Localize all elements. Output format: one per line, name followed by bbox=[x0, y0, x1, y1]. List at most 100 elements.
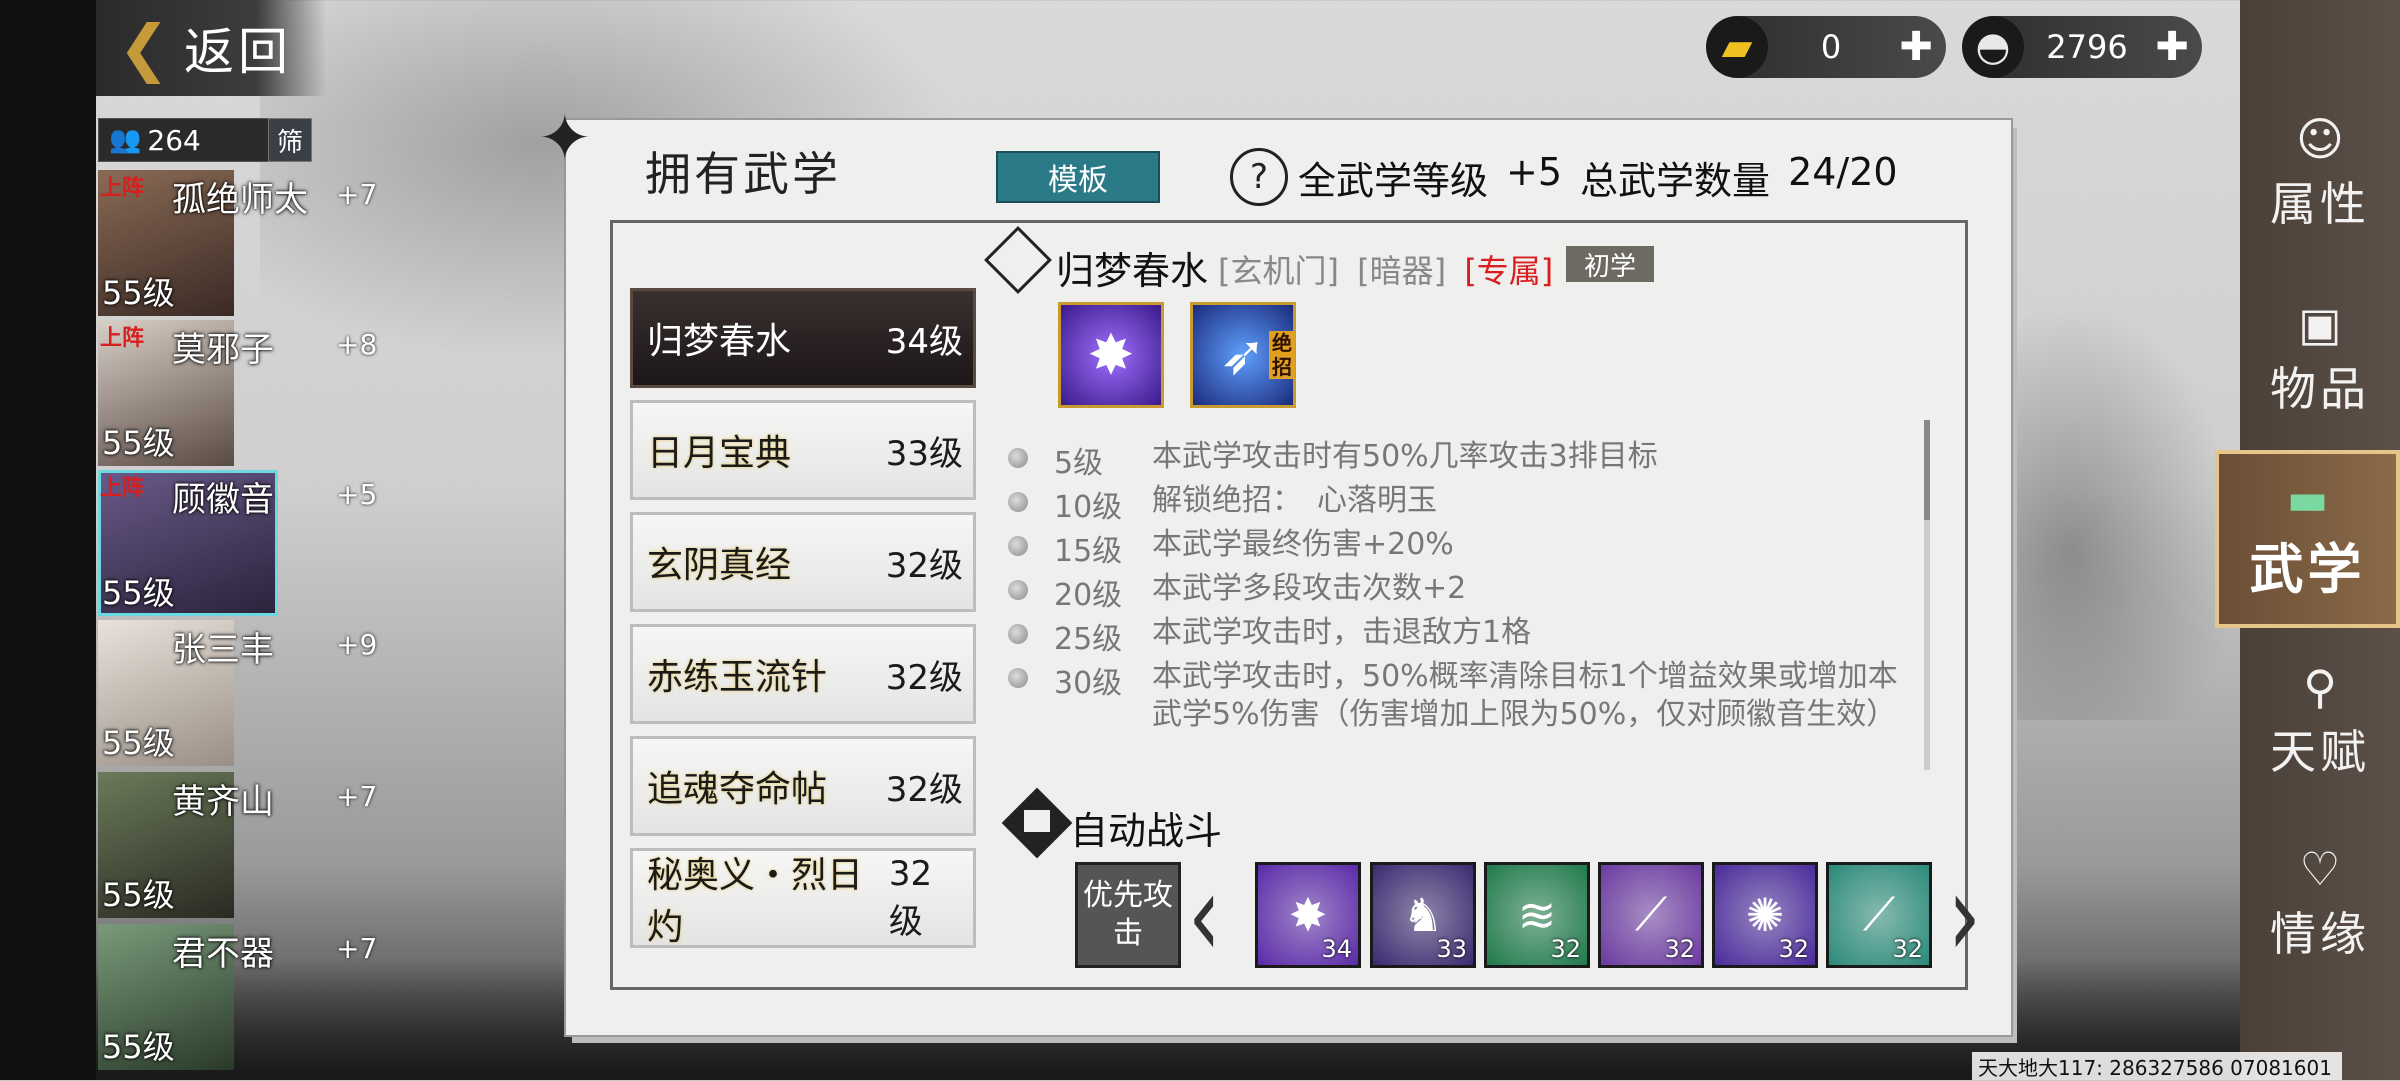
skill-list-item[interactable]: 追魂夺命帖 32级 bbox=[630, 736, 976, 836]
auto-skill-slot[interactable]: ✺ 32 bbox=[1712, 862, 1818, 968]
auto-skill-slot[interactable]: ♞ 33 bbox=[1370, 862, 1476, 968]
auto-skill-slot[interactable]: ✸ 34 bbox=[1255, 862, 1361, 968]
ultimate-tag: 绝招 bbox=[1269, 331, 1295, 379]
gold-currency: ▰ 0 ✚ bbox=[1706, 16, 1946, 78]
silver-ingot-icon: ◓ bbox=[1962, 16, 2024, 78]
character-bonus: +9 bbox=[336, 628, 378, 661]
effect-level: 10级 bbox=[1054, 490, 1123, 525]
effect-desc: 解锁绝招： 心落明玉 bbox=[1152, 483, 1437, 518]
bullet-icon bbox=[1008, 624, 1028, 644]
scrollbar-thumb[interactable] bbox=[1924, 420, 1930, 520]
character-name: 孤绝师太 bbox=[172, 180, 308, 220]
character-slot[interactable]: 君不器 +7 55级 bbox=[98, 924, 377, 1070]
skill-icon[interactable]: ✸ bbox=[1058, 302, 1164, 408]
menu-martial-arts[interactable]: ▬ 武学 bbox=[2215, 450, 2400, 628]
character-slot[interactable]: 上阵 孤绝师太 +7 55级 bbox=[98, 170, 377, 316]
template-button[interactable]: 模板 bbox=[996, 151, 1160, 203]
skill-list-item[interactable]: 玄阴真经 32级 bbox=[630, 512, 976, 612]
blade-burst-icon: ➶ bbox=[1219, 322, 1267, 388]
help-icon[interactable]: ? bbox=[1230, 148, 1288, 206]
skill-list[interactable]: 归梦春水 34级 日月宝典 33级 玄阴真经 32级 赤练玉流针 32级 追魂夺… bbox=[628, 226, 978, 976]
skill-level: 32级 bbox=[888, 853, 933, 942]
auto-skill-level: 32 bbox=[1778, 935, 1809, 963]
martial-stats: 全武学等级 +5 总武学数量 24/20 bbox=[1298, 150, 1898, 205]
face-icon: ☺ bbox=[2296, 112, 2344, 166]
priority-attack-button[interactable]: 优先攻击 bbox=[1075, 862, 1181, 968]
total-count-value: 24/20 bbox=[1788, 150, 1898, 194]
effect-level: 5级 bbox=[1054, 446, 1104, 481]
effect-desc: 本武学多段攻击次数+2 bbox=[1152, 571, 1467, 606]
monitor-screen bbox=[1024, 810, 1050, 832]
character-level: 55级 bbox=[102, 724, 175, 762]
menu-attributes[interactable]: ☺ 属性 bbox=[2240, 100, 2400, 250]
skill-name: 赤练玉流针 bbox=[647, 657, 828, 698]
auto-skill-slot[interactable]: ⟋ 32 bbox=[1826, 862, 1932, 968]
auto-skill-level: 34 bbox=[1321, 935, 1352, 963]
add-silver-button[interactable]: ✚ bbox=[2150, 24, 2194, 70]
tier-badge: 初学 bbox=[1566, 246, 1654, 282]
bullet-icon bbox=[1008, 448, 1028, 468]
exclusive-tag: [专属] bbox=[1464, 252, 1554, 290]
character-name: 莫邪子 bbox=[172, 330, 274, 370]
auto-skill-level: 32 bbox=[1550, 935, 1581, 963]
character-slot[interactable]: 上阵 莫邪子 +8 55级 bbox=[98, 320, 377, 466]
effects-scrollbar[interactable] bbox=[1924, 420, 1930, 770]
star-burst-icon: ✸ bbox=[1087, 322, 1135, 388]
total-count-label: 总武学数量 bbox=[1580, 159, 1771, 203]
book-icon: ▬ bbox=[2286, 474, 2329, 525]
skill-list-item[interactable]: 秘奥义・烈日灼 32级 bbox=[630, 848, 976, 948]
menu-label: 物品 bbox=[2270, 362, 2370, 416]
roster-count-value: 264 bbox=[147, 123, 201, 157]
skill-tags: [玄机门] [暗器] [专属] bbox=[1218, 246, 1561, 292]
deploy-badge: 上阵 bbox=[100, 176, 145, 201]
character-name: 张三丰 bbox=[172, 630, 274, 670]
menu-label: 天赋 bbox=[2270, 725, 2370, 779]
auto-skill-level: 32 bbox=[1664, 935, 1695, 963]
menu-talent[interactable]: ⚲ 天赋 bbox=[2240, 648, 2400, 798]
menu-label: 属性 bbox=[2270, 177, 2370, 231]
weapon-tag: [暗器] bbox=[1357, 252, 1447, 290]
back-button[interactable]: ❮ 返回 bbox=[96, 0, 326, 96]
character-slot[interactable]: 张三丰 +9 55级 bbox=[98, 620, 377, 766]
effects-list[interactable]: 5级 本武学攻击时有50%几率攻击3排目标 10级 解锁绝招： 心落明玉 15级… bbox=[1008, 414, 1928, 776]
effect-level: 15级 bbox=[1054, 534, 1123, 569]
effect-level: 20级 bbox=[1054, 578, 1123, 613]
skill-level: 32级 bbox=[885, 769, 963, 810]
character-bonus: +8 bbox=[336, 328, 378, 361]
skill-list-item[interactable]: 赤练玉流针 32级 bbox=[630, 624, 976, 724]
skill-list-item-selected[interactable]: 归梦春水 34级 bbox=[630, 288, 976, 388]
character-name: 黄齐山 bbox=[172, 782, 274, 822]
prev-arrow-icon[interactable]: ‹ bbox=[1188, 859, 1221, 975]
bullet-icon bbox=[1008, 668, 1028, 688]
auto-battle-title: 自动战斗 bbox=[1070, 809, 1223, 853]
auto-skill-slot[interactable]: ⟋ 32 bbox=[1598, 862, 1704, 968]
character-level: 55级 bbox=[102, 574, 175, 612]
silver-currency: ◓ 2796 ✚ bbox=[1962, 16, 2202, 78]
character-slot[interactable]: 黄齐山 +7 55级 bbox=[98, 772, 377, 918]
menu-affinity[interactable]: ♡ 情缘 bbox=[2240, 830, 2400, 980]
total-level-value: +5 bbox=[1506, 150, 1563, 194]
character-level: 55级 bbox=[102, 1028, 175, 1066]
auto-skill-level: 32 bbox=[1892, 935, 1923, 963]
skill-name: 追魂夺命帖 bbox=[647, 769, 828, 810]
effect-desc: 本武学攻击时，击退敌方1格 bbox=[1152, 615, 1532, 650]
filter-button[interactable]: 筛 bbox=[268, 118, 312, 162]
add-gold-button[interactable]: ✚ bbox=[1894, 24, 1938, 70]
sect-tag: [玄机门] bbox=[1218, 252, 1339, 290]
skill-list-item[interactable]: 日月宝典 33级 bbox=[630, 400, 976, 500]
skill-name: 归梦春水 bbox=[647, 321, 792, 362]
page-title: 拥有武学 bbox=[645, 147, 841, 201]
next-arrow-icon[interactable]: › bbox=[1948, 859, 1981, 975]
character-level: 55级 bbox=[102, 274, 175, 312]
effect-desc: 本武学攻击时有50%几率攻击3排目标 bbox=[1152, 439, 1658, 474]
people-icon: 👥 bbox=[109, 125, 142, 155]
menu-items[interactable]: ▣ 物品 bbox=[2240, 285, 2400, 435]
auto-skill-slot[interactable]: ≋ 32 bbox=[1484, 862, 1590, 968]
character-slot-selected[interactable]: 上阵 顾徽音 +5 55级 bbox=[98, 470, 377, 616]
effect-level: 25级 bbox=[1054, 622, 1123, 657]
gold-value: 0 bbox=[1820, 28, 1842, 66]
effect-desc: 本武学最终伤害+20% bbox=[1152, 527, 1454, 562]
skill-level: 34级 bbox=[885, 321, 963, 362]
ultimate-skill-icon[interactable]: ➶ 绝招 bbox=[1190, 302, 1296, 408]
character-level: 55级 bbox=[102, 876, 175, 914]
